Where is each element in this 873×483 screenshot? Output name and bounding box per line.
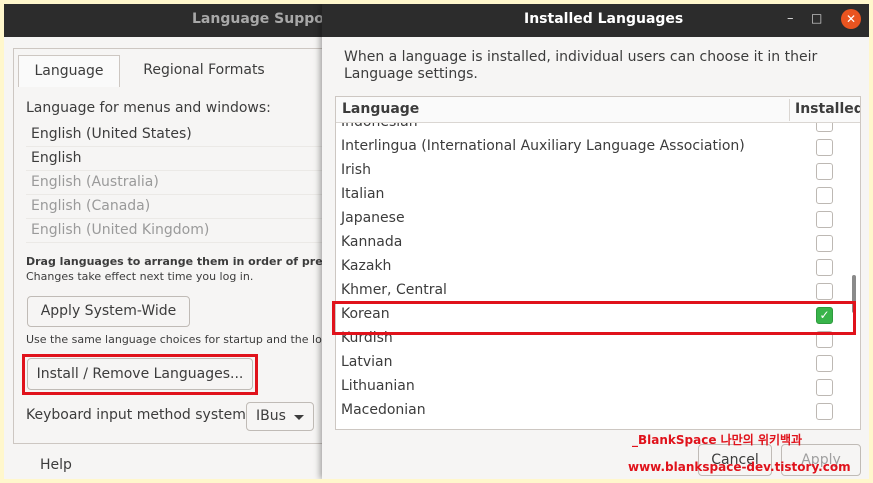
languages-table: Language Installed Indonesian Interlingua… — [335, 96, 861, 430]
keyboard-input-select[interactable]: IBus — [246, 402, 314, 431]
korean-highlight-box — [332, 301, 856, 335]
table-rows: Indonesian Interlingua (International Aux… — [336, 123, 851, 424]
language-name: Lithuanian — [341, 378, 415, 394]
installed-checkbox[interactable] — [816, 259, 833, 276]
language-name: Irish — [341, 162, 371, 178]
table-row[interactable]: Kazakh — [336, 256, 851, 280]
column-header-language[interactable]: Language — [342, 101, 419, 117]
dialog-title: Installed Languages — [524, 11, 684, 27]
screenshot-frame: Language Support Language Regional Forma… — [4, 4, 869, 479]
column-divider — [789, 99, 790, 121]
installed-checkbox[interactable] — [816, 379, 833, 396]
installed-checkbox[interactable] — [816, 403, 833, 420]
list-item[interactable]: English (United Kingdom) — [26, 219, 336, 243]
same-language-note: Use the same language choices for startu… — [26, 333, 329, 346]
changes-note: Changes take effect next time you log in… — [26, 270, 254, 283]
menu-language-list: English (United States) English English … — [26, 123, 336, 243]
table-row[interactable]: Macedonian — [336, 400, 851, 424]
language-name: Kazakh — [341, 258, 392, 274]
dialog-intro-text: When a language is installed, individual… — [344, 49, 818, 82]
help-button[interactable]: Help — [40, 457, 72, 473]
table-row[interactable]: Latvian — [336, 352, 851, 376]
installed-checkbox[interactable] — [816, 355, 833, 372]
menus-language-label: Language for menus and windows: — [26, 100, 271, 116]
chevron-down-icon — [294, 415, 304, 420]
column-header-installed[interactable]: Installed — [795, 101, 860, 117]
installed-checkbox[interactable] — [816, 163, 833, 180]
list-item[interactable]: English (United States) — [26, 123, 336, 147]
watermark-url: www.blankspace-dev.tistory.com — [628, 460, 851, 474]
installed-languages-titlebar: Installed Languages – □ ✕ — [322, 4, 869, 37]
installed-checkbox[interactable] — [816, 187, 833, 204]
installed-checkbox[interactable] — [816, 211, 833, 228]
maximize-icon[interactable]: □ — [811, 11, 822, 25]
table-row[interactable]: Kannada — [336, 232, 851, 256]
apply-system-wide-button[interactable]: Apply System-Wide — [27, 296, 190, 327]
drag-languages-note: Drag languages to arrange them in order … — [26, 255, 348, 268]
list-item[interactable]: English — [26, 147, 336, 171]
minimize-icon[interactable]: – — [787, 11, 794, 26]
installed-checkbox[interactable] — [816, 283, 833, 300]
tab-regional-formats[interactable]: Regional Formats — [143, 55, 265, 87]
keyboard-input-value: IBus — [256, 408, 286, 424]
language-support-title: Language Support — [192, 11, 338, 27]
language-name: Italian — [341, 186, 385, 202]
installed-languages-dialog: Installed Languages – □ ✕ When a languag… — [322, 4, 869, 479]
language-name: Khmer, Central — [341, 282, 447, 298]
table-row[interactable]: Interlingua (International Auxiliary Lan… — [336, 136, 851, 160]
installed-checkbox[interactable] — [816, 139, 833, 156]
table-row[interactable]: Indonesian — [336, 123, 851, 136]
table-header: Language Installed — [336, 97, 860, 123]
language-name: Indonesian — [341, 123, 418, 130]
close-icon[interactable]: ✕ — [841, 9, 861, 29]
table-row[interactable]: Italian — [336, 184, 851, 208]
watermark-text: _BlankSpace 나만의 위키백과 — [632, 433, 803, 447]
language-name: Japanese — [341, 210, 405, 226]
language-name: Latvian — [341, 354, 393, 370]
table-body: Indonesian Interlingua (International Aux… — [336, 123, 860, 429]
language-name: Interlingua (International Auxiliary Lan… — [341, 138, 745, 154]
installed-checkbox[interactable] — [816, 123, 833, 132]
table-row[interactable]: Lithuanian — [336, 376, 851, 400]
table-row[interactable]: Irish — [336, 160, 851, 184]
install-highlight-box — [22, 354, 258, 395]
list-item[interactable]: English (Canada) — [26, 195, 336, 219]
language-name: Kannada — [341, 234, 403, 250]
installed-checkbox[interactable] — [816, 235, 833, 252]
language-name: Macedonian — [341, 402, 426, 418]
table-row[interactable]: Japanese — [336, 208, 851, 232]
list-item[interactable]: English (Australia) — [26, 171, 336, 195]
tab-language[interactable]: Language — [18, 55, 120, 87]
keyboard-input-label: Keyboard input method system: — [26, 407, 251, 423]
